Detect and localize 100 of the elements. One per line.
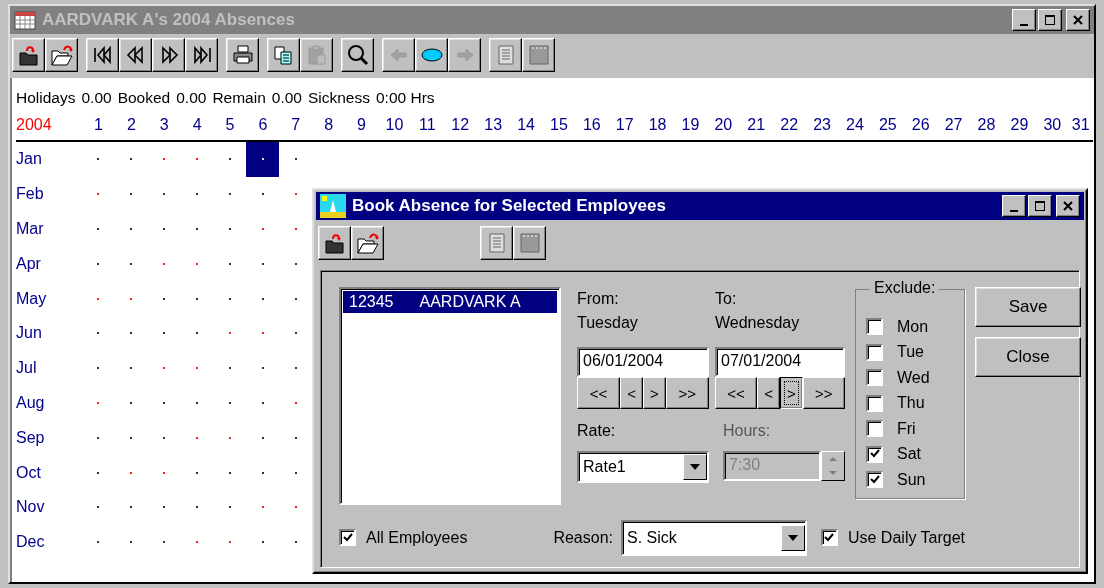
month-label: Sep [16,427,46,448]
toolbar-button[interactable] [513,226,546,260]
employee-item[interactable]: 12345 AARDVARK A [343,291,557,313]
month-label: Oct [16,462,42,483]
window-title: AARDVARK A's 2004 Absences [42,10,296,30]
toolbar-button[interactable] [45,38,78,72]
maximize-icon [1034,200,1046,212]
rate-label: Rate: [577,421,617,441]
checkbox-label: Fri [897,419,916,438]
day-number: 30 [1035,110,1069,142]
weekday-label: Wednesday [715,313,801,333]
summary-value: 0:00 Hrs [376,89,435,107]
checkbox[interactable] [820,529,838,546]
toolbar-button[interactable] [119,38,152,72]
checkbox[interactable] [866,471,883,489]
toolbar-button[interactable] [267,38,300,72]
day-number: 22 [772,110,806,142]
summary-value: 0.00 [176,89,207,107]
day-number: 29 [1002,110,1036,142]
checkbox-label: Use Daily Target [847,528,966,547]
checkbox[interactable] [866,445,883,463]
checkbox[interactable] [866,343,883,361]
rate-dropdown[interactable]: Rate1 [577,451,709,483]
checkbox-label: Wed [897,368,930,387]
folder-arrow-icon [16,43,41,67]
nav-button[interactable]: >> [802,377,845,409]
employee-name: AARDVARK A [419,293,521,311]
toolbar-button[interactable] [152,38,185,72]
day-number: 20 [706,110,740,142]
toolbar-button[interactable] [480,226,513,260]
search-icon [345,43,370,67]
checkbox[interactable] [339,529,356,546]
year-label: 2004 [16,110,82,142]
panel-icon [517,231,542,255]
checkmark-icon [341,531,354,544]
close-icon [1072,14,1084,26]
month-label: Nov [16,497,46,518]
nav-button[interactable]: > [643,377,666,409]
weekday-label: Tuesday [577,313,639,333]
toolbar-button[interactable] [522,38,555,72]
nav-button[interactable]: < [620,377,643,409]
printer-icon [230,43,255,67]
checkbox[interactable] [866,318,883,336]
employee-list[interactable]: 12345 AARDVARK A [339,287,561,505]
minimize-icon [1010,210,1018,212]
checkbox-label: Mon [897,317,929,336]
toolbar-button[interactable] [86,38,119,72]
checkbox[interactable] [866,394,883,412]
month-label: Dec [16,532,46,553]
summary-label: Sickness [307,89,370,107]
toolbar-button[interactable] [341,38,374,72]
checkbox-label: Thu [897,394,925,413]
day-number: 31 [1068,110,1093,142]
day-number: 10 [378,110,411,142]
toolbar-button[interactable] [489,38,522,72]
checkbox-label: Sat [897,445,921,464]
day-number: 5 [213,110,247,142]
reason-dropdown[interactable]: S. Sick [620,519,807,556]
summary-label: Holidays [16,89,76,107]
day-number: 1 [82,110,115,142]
date-field[interactable]: 07/01/2004 [715,347,845,377]
day-number: 23 [805,110,839,142]
toolbar-button[interactable] [415,38,448,72]
checkbox[interactable] [866,369,883,387]
nav-button[interactable]: << [577,377,621,409]
employee-id: 12345 [349,293,394,311]
toolbar-button[interactable] [185,38,218,72]
day-number: 24 [838,110,872,142]
nav-button[interactable]: > [780,377,803,409]
dialog-title: Book Absence for Selected Employees [352,196,667,216]
dialog-button[interactable]: Save [975,287,1081,327]
nav-button[interactable]: >> [665,377,709,409]
maximize-button[interactable] [1028,195,1052,217]
open-folder-icon [355,231,380,255]
day-number: 19 [674,110,707,142]
nav-button[interactable]: < [757,377,780,409]
toolbar-button[interactable] [226,38,259,72]
summary-value: 0.00 [271,89,302,107]
month-label: May [16,288,48,309]
day-number: 16 [575,110,609,142]
day-cell[interactable] [246,142,280,177]
day-number: 14 [509,110,543,142]
month-label: Aug [16,392,46,413]
toolbar-button[interactable] [12,38,45,72]
minimize-button[interactable] [1002,195,1026,217]
day-number: 17 [608,110,642,142]
date-field[interactable]: 06/01/2004 [577,347,709,377]
dialog-button[interactable]: Close [975,337,1081,377]
maximize-icon [1044,14,1056,26]
hours-label: Hours: [722,421,772,441]
close-button[interactable] [1056,195,1080,217]
month-label: Jun [16,323,43,344]
toolbar-button[interactable] [351,226,384,260]
checkbox[interactable] [866,420,883,438]
day-number: 25 [871,110,905,142]
nav-button[interactable]: << [715,377,758,409]
checkmark-icon [823,531,836,544]
toolbar-button[interactable] [318,226,351,260]
day-number: 7 [279,110,313,142]
day-number: 21 [739,110,773,142]
